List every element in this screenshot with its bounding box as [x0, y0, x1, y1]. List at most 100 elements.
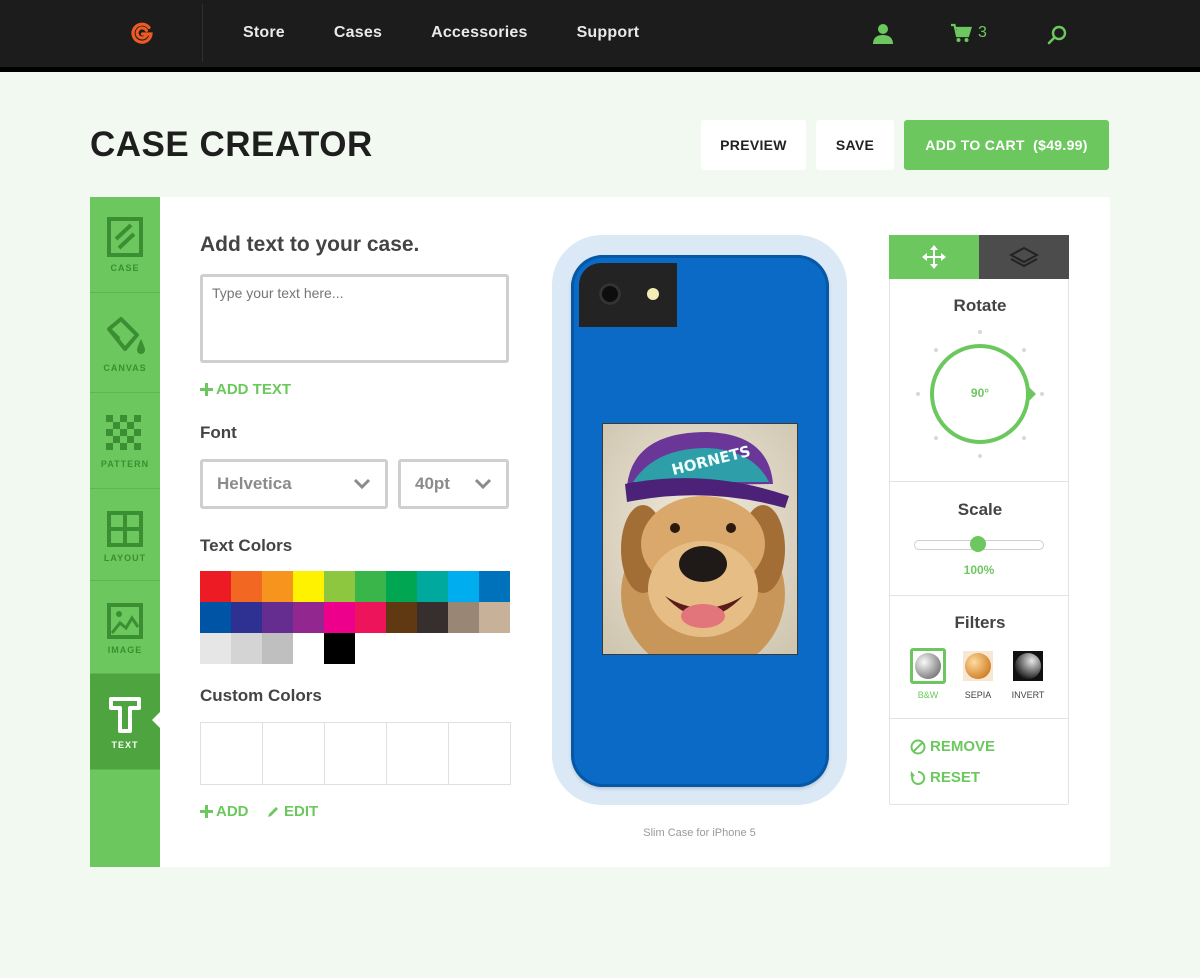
custom-color-slot[interactable] — [325, 723, 387, 784]
page-title: CASE CREATOR — [90, 125, 373, 164]
sidebar-item-label: LAYOUT — [103, 553, 147, 563]
text-colors-label: Text Colors — [200, 536, 293, 555]
search-icon[interactable] — [1046, 24, 1068, 46]
font-size-select[interactable]: 40pt — [398, 459, 509, 509]
preview-button[interactable]: PREVIEW — [701, 120, 806, 170]
logo-icon[interactable] — [130, 22, 154, 46]
cart-icon — [951, 23, 972, 42]
color-swatch[interactable] — [479, 571, 510, 602]
scale-value: 100% — [963, 563, 995, 577]
custom-color-slots — [200, 722, 511, 785]
cart-button[interactable]: 3 — [950, 23, 987, 43]
color-swatch[interactable] — [355, 602, 386, 633]
color-swatch[interactable] — [293, 602, 324, 633]
plus-icon — [200, 383, 213, 396]
add-to-cart-button[interactable]: ADD TO CART ($49.99) — [904, 120, 1109, 170]
camera-lens-icon — [599, 283, 621, 305]
scale-label: Scale — [957, 500, 1003, 519]
sidebar-item-pattern[interactable]: PATTERN — [90, 393, 160, 489]
checker-pattern-icon — [106, 415, 141, 450]
reset-button[interactable]: RESET — [910, 769, 980, 786]
nav-divider — [202, 4, 203, 62]
chevron-down-icon — [353, 478, 371, 490]
color-swatch[interactable] — [386, 602, 417, 633]
color-swatch[interactable] — [231, 571, 262, 602]
tab-move[interactable] — [889, 235, 979, 279]
cart-count: 3 — [978, 24, 987, 41]
rotate-handle-icon — [1028, 386, 1036, 402]
color-swatch[interactable] — [479, 602, 510, 633]
font-select[interactable]: Helvetica — [200, 459, 388, 509]
grid-layout-icon — [107, 511, 143, 547]
invert-swatch-icon — [1015, 653, 1041, 679]
move-arrows-icon — [922, 245, 946, 269]
color-swatch[interactable] — [448, 602, 479, 633]
edit-colors-link[interactable]: EDIT — [267, 803, 318, 820]
color-swatch[interactable] — [200, 602, 231, 633]
case-image-dog[interactable]: HORNETS — [602, 423, 798, 655]
nav-link-support[interactable]: Support — [577, 24, 640, 42]
filter-invert[interactable] — [1010, 648, 1046, 684]
scale-slider-handle[interactable] — [970, 536, 986, 552]
chevron-down-icon — [474, 478, 492, 490]
custom-color-slot[interactable] — [449, 723, 510, 784]
filter-bw[interactable] — [910, 648, 946, 684]
add-color-link[interactable]: ADD — [200, 803, 249, 820]
case-icon — [107, 217, 143, 257]
reset-label: RESET — [930, 769, 981, 786]
sidebar-item-case[interactable]: CASE — [90, 197, 160, 293]
tool-sidebar: CASE CANVAS PATTERN LAYOUT IMAGE TEXT — [90, 197, 160, 867]
color-swatch[interactable] — [355, 571, 386, 602]
sidebar-item-layout[interactable]: LAYOUT — [90, 489, 160, 581]
nav-link-cases[interactable]: Cases — [334, 24, 382, 42]
sidebar-item-label: CASE — [110, 263, 140, 273]
custom-color-slot[interactable] — [263, 723, 325, 784]
color-swatch[interactable] — [448, 571, 479, 602]
edit-colors-label: EDIT — [284, 803, 319, 820]
color-swatch[interactable] — [262, 633, 293, 664]
color-swatch[interactable] — [200, 571, 231, 602]
tab-layers[interactable] — [979, 235, 1069, 279]
color-swatch[interactable] — [293, 633, 324, 664]
case-text-input[interactable] — [200, 274, 509, 363]
layers-icon — [1009, 246, 1039, 268]
remove-label: REMOVE — [930, 738, 996, 755]
tools-divider — [890, 595, 1068, 596]
bw-swatch-icon — [915, 653, 941, 679]
custom-color-slot[interactable] — [387, 723, 449, 784]
reset-icon — [910, 770, 926, 785]
sidebar-item-canvas[interactable]: CANVAS — [90, 293, 160, 393]
font-select-value: Helvetica — [217, 474, 292, 493]
nav-link-accessories[interactable]: Accessories — [431, 24, 528, 42]
sidebar-item-image[interactable]: IMAGE — [90, 581, 160, 674]
sidebar-item-label: IMAGE — [107, 645, 143, 655]
filter-label-invert: INVERT — [1011, 690, 1045, 700]
custom-color-slot[interactable] — [201, 723, 263, 784]
sidebar-item-text[interactable]: TEXT — [90, 674, 160, 770]
filter-sepia[interactable] — [960, 648, 996, 684]
add-text-link[interactable]: ADD TEXT — [200, 381, 291, 398]
color-swatch[interactable] — [417, 571, 448, 602]
case-creator-panel: CASE CANVAS PATTERN LAYOUT IMAGE TEXT Ad… — [90, 197, 1110, 867]
color-swatch[interactable] — [386, 571, 417, 602]
nav-link-store[interactable]: Store — [243, 24, 285, 42]
color-swatch[interactable] — [231, 633, 262, 664]
case-model-caption: Slim Case for iPhone 5 — [643, 827, 756, 839]
tools-divider — [890, 718, 1068, 719]
color-swatch[interactable] — [417, 602, 448, 633]
remove-button[interactable]: REMOVE — [910, 738, 995, 755]
color-swatch[interactable] — [262, 571, 293, 602]
color-swatch[interactable] — [324, 571, 355, 602]
save-button[interactable]: SAVE — [816, 120, 894, 170]
color-swatch[interactable] — [324, 602, 355, 633]
color-swatch[interactable] — [293, 571, 324, 602]
sidebar-item-label: CANVAS — [103, 363, 147, 373]
color-swatch[interactable] — [324, 633, 355, 664]
color-swatch[interactable] — [200, 633, 231, 664]
tools-divider — [890, 481, 1068, 482]
filter-label-sepia: SEPIA — [964, 690, 992, 700]
color-swatch[interactable] — [262, 602, 293, 633]
font-size-value: 40pt — [415, 474, 450, 493]
color-swatch[interactable] — [231, 602, 262, 633]
user-icon[interactable] — [871, 22, 895, 46]
